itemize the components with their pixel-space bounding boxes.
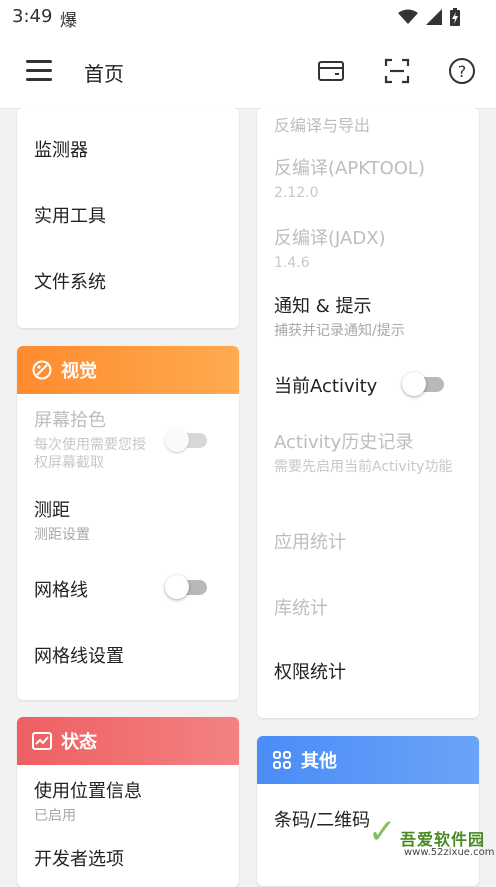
developer-options-item[interactable]: 开发者选项 — [34, 845, 124, 871]
status-time: 3:49 — [12, 6, 53, 27]
menu-icon[interactable] — [26, 60, 52, 82]
grid-icon — [271, 749, 293, 771]
barcode-item[interactable]: 条码/二维码 — [274, 806, 370, 832]
app-stats-item[interactable]: 应用统计 — [274, 528, 346, 554]
svg-text:?: ? — [458, 62, 467, 81]
status-bar: 3:49 爆 — [0, 0, 496, 34]
visual-card-header: 视觉 — [17, 346, 239, 394]
apktool-item[interactable]: 反编译(APKTOOL) 2.12.0 — [274, 154, 425, 202]
page-title: 首页 — [84, 62, 124, 86]
visual-card-title: 视觉 — [61, 361, 97, 382]
monitor-item[interactable]: 监测器 — [34, 136, 88, 162]
analysis-card: 反编译与导出 反编译(APKTOOL) 2.12.0 反编译(JADX) 1.4… — [257, 108, 479, 718]
color-picker-toggle[interactable] — [165, 428, 209, 452]
notification-item[interactable]: 通知 & 提示 捕获并记录通知/提示 — [274, 292, 405, 340]
utilities-item[interactable]: 实用工具 — [34, 202, 106, 228]
gridline-settings-item[interactable]: 网格线设置 — [34, 642, 124, 668]
permission-stats-item[interactable]: 权限统计 — [274, 658, 346, 684]
watermark-logo-icon: ✓ — [368, 812, 397, 852]
visual-card: 视觉 屏幕拾色 每次使用需要您授权屏幕截取 测距 测距设置 网格线 网格线设置 — [17, 346, 239, 700]
other-card-title: 其他 — [301, 751, 337, 772]
current-activity-item[interactable]: 当前Activity — [274, 372, 377, 398]
palette-icon — [31, 359, 53, 381]
library-stats-item[interactable]: 库统计 — [274, 594, 328, 620]
card-icon[interactable] — [316, 56, 346, 86]
wifi-icon — [398, 9, 418, 24]
gridline-toggle[interactable] — [165, 575, 209, 599]
signal-icon — [426, 9, 442, 25]
filesystem-item[interactable]: 文件系统 — [34, 268, 106, 294]
location-item[interactable]: 使用位置信息 已启用 — [34, 777, 142, 825]
other-card-header: 其他 — [257, 736, 479, 784]
notification-glyph: 爆 — [60, 11, 77, 31]
chart-icon — [31, 730, 53, 752]
gridline-item[interactable]: 网格线 — [34, 576, 88, 602]
status-card: 状态 使用位置信息 已启用 开发者选项 — [17, 717, 239, 887]
help-icon[interactable]: ? — [447, 56, 477, 86]
app-bar: 首页 ? — [0, 34, 496, 109]
ruler-item[interactable]: 测距 测距设置 — [34, 496, 90, 544]
decompile-export-item[interactable]: 反编译与导出 — [274, 112, 370, 136]
scan-icon[interactable] — [382, 56, 412, 86]
activity-history-item[interactable]: Activity历史记录 需要先启用当前Activity功能 — [274, 428, 470, 476]
watermark: ✓ 吾爱软件园 www.52zixue.com — [368, 808, 496, 866]
color-picker-item[interactable]: 屏幕拾色 每次使用需要您授权屏幕截取 — [34, 406, 158, 472]
battery-icon — [450, 8, 460, 26]
status-card-header: 状态 — [17, 717, 239, 765]
status-card-title: 状态 — [61, 732, 97, 753]
tools-card: 监测器 实用工具 文件系统 — [17, 108, 239, 328]
jadx-item[interactable]: 反编译(JADX) 1.4.6 — [274, 224, 386, 272]
current-activity-toggle[interactable] — [402, 372, 446, 396]
watermark-url: www.52zixue.com — [404, 847, 495, 858]
